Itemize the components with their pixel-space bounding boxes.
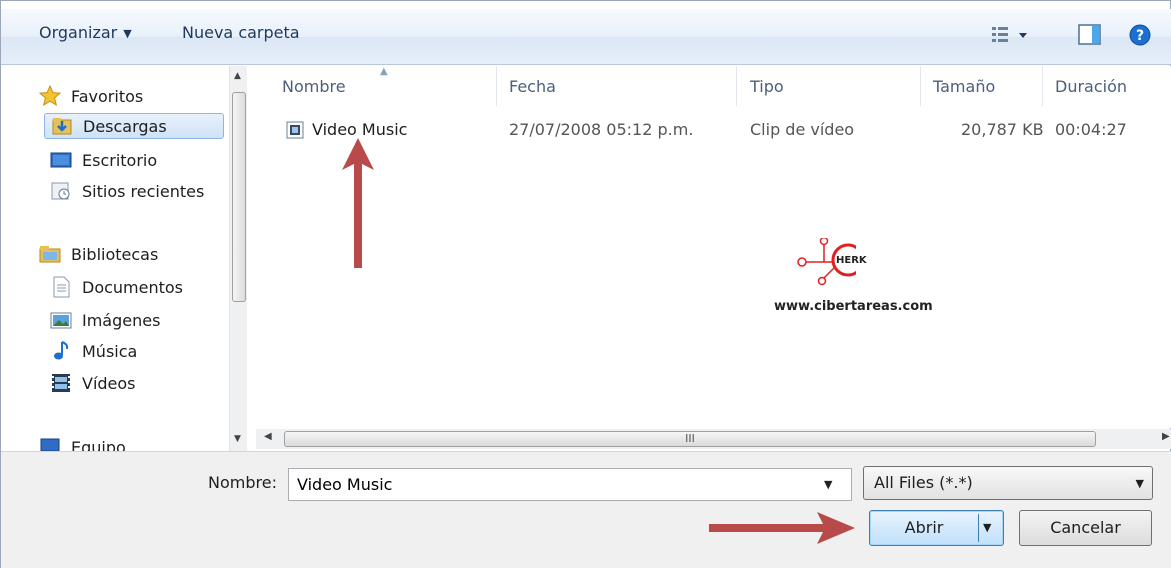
scroll-left-icon[interactable]: ◀ bbox=[264, 431, 272, 442]
column-header-tamano[interactable]: Tamaño bbox=[933, 77, 995, 96]
music-icon bbox=[50, 340, 72, 362]
nav-label: Música bbox=[82, 341, 138, 361]
nav-label: Descargas bbox=[83, 116, 167, 136]
horizontal-scrollbar[interactable]: ◀ III ▶ bbox=[256, 429, 1171, 449]
nav-item-documentos[interactable]: Documentos bbox=[50, 274, 183, 300]
file-type: Clip de vídeo bbox=[750, 120, 855, 139]
video-file-icon bbox=[286, 121, 304, 143]
annotation-arrow-right-icon bbox=[709, 512, 855, 544]
file-type-filter-value: All Files (*.*) bbox=[874, 473, 973, 492]
star-icon bbox=[38, 84, 62, 107]
watermark-logo bbox=[796, 236, 865, 298]
libraries-icon bbox=[39, 243, 61, 265]
chevron-down-icon[interactable]: ▼ bbox=[824, 478, 832, 491]
nav-label: Documentos bbox=[82, 277, 184, 297]
scroll-right-icon[interactable]: ▶ bbox=[1162, 431, 1170, 442]
downloads-folder-icon bbox=[51, 115, 73, 137]
nav-item-descargas[interactable]: Descargas bbox=[44, 113, 224, 139]
pictures-icon bbox=[50, 309, 72, 331]
watermark-logo-text: HERK bbox=[836, 255, 867, 266]
file-list: ▲ Nombre Fecha Tipo Tamaño Duración Vide… bbox=[256, 66, 1171, 428]
navigation-pane: Favoritos Descargas Escritorio Sitios re… bbox=[1, 66, 229, 456]
new-folder-label: Nueva carpeta bbox=[182, 23, 300, 42]
file-open-dialog: Organizar ▼ Nueva carpeta ? Favoritos De… bbox=[0, 0, 1171, 568]
videos-icon bbox=[50, 372, 72, 394]
nav-label: Bibliotecas bbox=[71, 244, 159, 264]
watermark-url: www.cibertareas.com bbox=[774, 299, 933, 314]
annotation-arrow-up-icon bbox=[342, 138, 374, 268]
organize-button[interactable]: Organizar ▼ bbox=[39, 23, 132, 42]
file-date: 27/07/2008 05:12 p.m. bbox=[509, 120, 694, 139]
scroll-up-icon[interactable]: ▲ bbox=[234, 71, 241, 81]
chevron-down-icon: ▼ bbox=[1135, 477, 1144, 490]
open-button[interactable]: Abrir ▼ bbox=[869, 510, 1004, 546]
column-separator[interactable] bbox=[920, 66, 921, 106]
nav-label: Favoritos bbox=[71, 86, 144, 106]
column-header-fecha[interactable]: Fecha bbox=[509, 77, 556, 96]
toolbar: Organizar ▼ Nueva carpeta ? bbox=[1, 9, 1171, 65]
column-header-tipo[interactable]: Tipo bbox=[750, 77, 784, 96]
column-separator[interactable] bbox=[736, 66, 737, 106]
nav-item-escritorio[interactable]: Escritorio bbox=[50, 147, 157, 173]
nav-item-sitios-recientes[interactable]: Sitios recientes bbox=[50, 178, 204, 204]
cancel-button[interactable]: Cancelar bbox=[1019, 510, 1152, 546]
column-header-nombre[interactable]: Nombre bbox=[282, 77, 346, 96]
file-size: 20,787 KB bbox=[961, 120, 1044, 139]
open-button-label: Abrir bbox=[904, 518, 944, 537]
preview-pane-icon[interactable] bbox=[1078, 24, 1102, 50]
views-icon[interactable] bbox=[991, 24, 1031, 50]
file-row[interactable]: Video Music 27/07/2008 05:12 p.m. Clip d… bbox=[256, 116, 1171, 144]
sort-ascending-icon: ▲ bbox=[380, 66, 388, 77]
chevron-down-icon: ▼ bbox=[123, 27, 132, 40]
bottom-pane: Nombre: ▼ All Files (*.*) ▼ Abrir ▼ Canc… bbox=[1, 451, 1171, 568]
recent-places-icon bbox=[50, 180, 72, 202]
split-divider bbox=[978, 514, 979, 542]
documents-icon bbox=[50, 276, 72, 298]
file-type-filter-select[interactable]: All Files (*.*) ▼ bbox=[863, 466, 1153, 500]
column-separator[interactable] bbox=[496, 66, 497, 106]
nav-label: Vídeos bbox=[82, 373, 136, 393]
filename-input[interactable] bbox=[288, 468, 852, 501]
column-header-duracion[interactable]: Duración bbox=[1055, 77, 1127, 96]
svg-text:?: ? bbox=[1136, 28, 1144, 44]
new-folder-button[interactable]: Nueva carpeta bbox=[182, 23, 300, 42]
nav-item-musica[interactable]: Música bbox=[50, 338, 137, 364]
filename-label: Nombre: bbox=[208, 473, 277, 492]
column-separator[interactable] bbox=[1042, 66, 1043, 106]
scrollbar-grip: III bbox=[685, 432, 695, 445]
nav-item-videos[interactable]: Vídeos bbox=[50, 370, 136, 396]
chevron-down-icon[interactable]: ▼ bbox=[983, 511, 991, 545]
nav-vertical-scrollbar[interactable]: ▲ ▼ bbox=[229, 66, 247, 456]
nav-label: Escritorio bbox=[82, 150, 158, 170]
nav-item-favoritos[interactable]: Favoritos bbox=[38, 83, 144, 109]
nav-item-bibliotecas[interactable]: Bibliotecas bbox=[39, 241, 158, 267]
nav-item-imagenes[interactable]: Imágenes bbox=[50, 307, 160, 333]
desktop-icon bbox=[50, 149, 72, 171]
cancel-button-label: Cancelar bbox=[1050, 518, 1121, 537]
scrollbar-thumb[interactable]: III bbox=[284, 431, 1096, 447]
scroll-down-icon[interactable]: ▼ bbox=[234, 434, 241, 444]
nav-label: Imágenes bbox=[82, 310, 161, 330]
organize-label: Organizar bbox=[39, 23, 118, 42]
scrollbar-thumb[interactable] bbox=[232, 92, 246, 302]
file-duration: 00:04:27 bbox=[1055, 120, 1127, 139]
nav-label: Sitios recientes bbox=[82, 181, 205, 201]
help-icon[interactable]: ? bbox=[1129, 24, 1151, 50]
